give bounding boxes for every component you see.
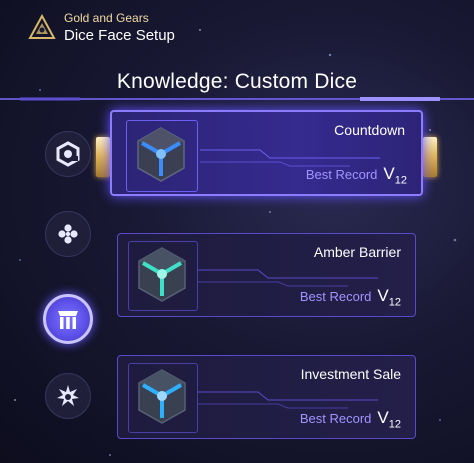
hexagon-cluster-icon-button[interactable] — [45, 211, 91, 257]
best-record: Best Record V12 — [306, 164, 407, 186]
swirl-hex-icon — [56, 141, 80, 167]
title-divider — [0, 97, 474, 101]
section-title: Knowledge: Custom Dice — [116, 70, 358, 93]
best-record-label: Best Record — [299, 411, 372, 426]
best-record-value: V12 — [377, 286, 401, 309]
card-name: Countdown — [334, 122, 405, 138]
spiky-star-icon — [57, 385, 79, 406]
app-header: Gold and Gears Dice Face Setup — [28, 10, 175, 46]
game-name: Gold and Gears — [64, 11, 149, 25]
best-record-label: Best Record — [305, 167, 378, 182]
spiky-star-icon-button[interactable] — [45, 373, 91, 419]
gold-gears-emblem-icon — [28, 14, 56, 39]
best-record-value: V12 — [383, 164, 407, 187]
left-gold-tab — [96, 137, 110, 177]
dice-card-investment-sale[interactable]: Investment Sale Best Record V12 — [117, 355, 416, 439]
die-cube-icon — [138, 247, 186, 302]
best-record-label: Best Record — [299, 289, 372, 304]
die-cube-icon — [138, 369, 186, 424]
screen-title: Dice Face Setup — [64, 27, 175, 44]
swirl-hex-icon-button[interactable] — [45, 131, 91, 177]
card-name: Amber Barrier — [313, 244, 401, 260]
dice-card-amber-barrier[interactable]: Amber Barrier Best Record V12 — [117, 233, 416, 317]
best-record: Best Record V12 — [300, 286, 401, 308]
dice-card-countdown[interactable]: Countdown Best Record V12 — [110, 110, 423, 196]
gate-pillars-icon-button[interactable] — [43, 294, 93, 344]
gate-pillars-icon — [58, 311, 78, 329]
best-record: Best Record V12 — [300, 408, 401, 430]
card-name: Investment Sale — [300, 366, 401, 382]
right-gold-tab — [423, 137, 437, 177]
hexagon-cluster-icon — [58, 224, 78, 244]
best-record-value: V12 — [377, 408, 401, 431]
die-cube-icon — [137, 127, 185, 182]
